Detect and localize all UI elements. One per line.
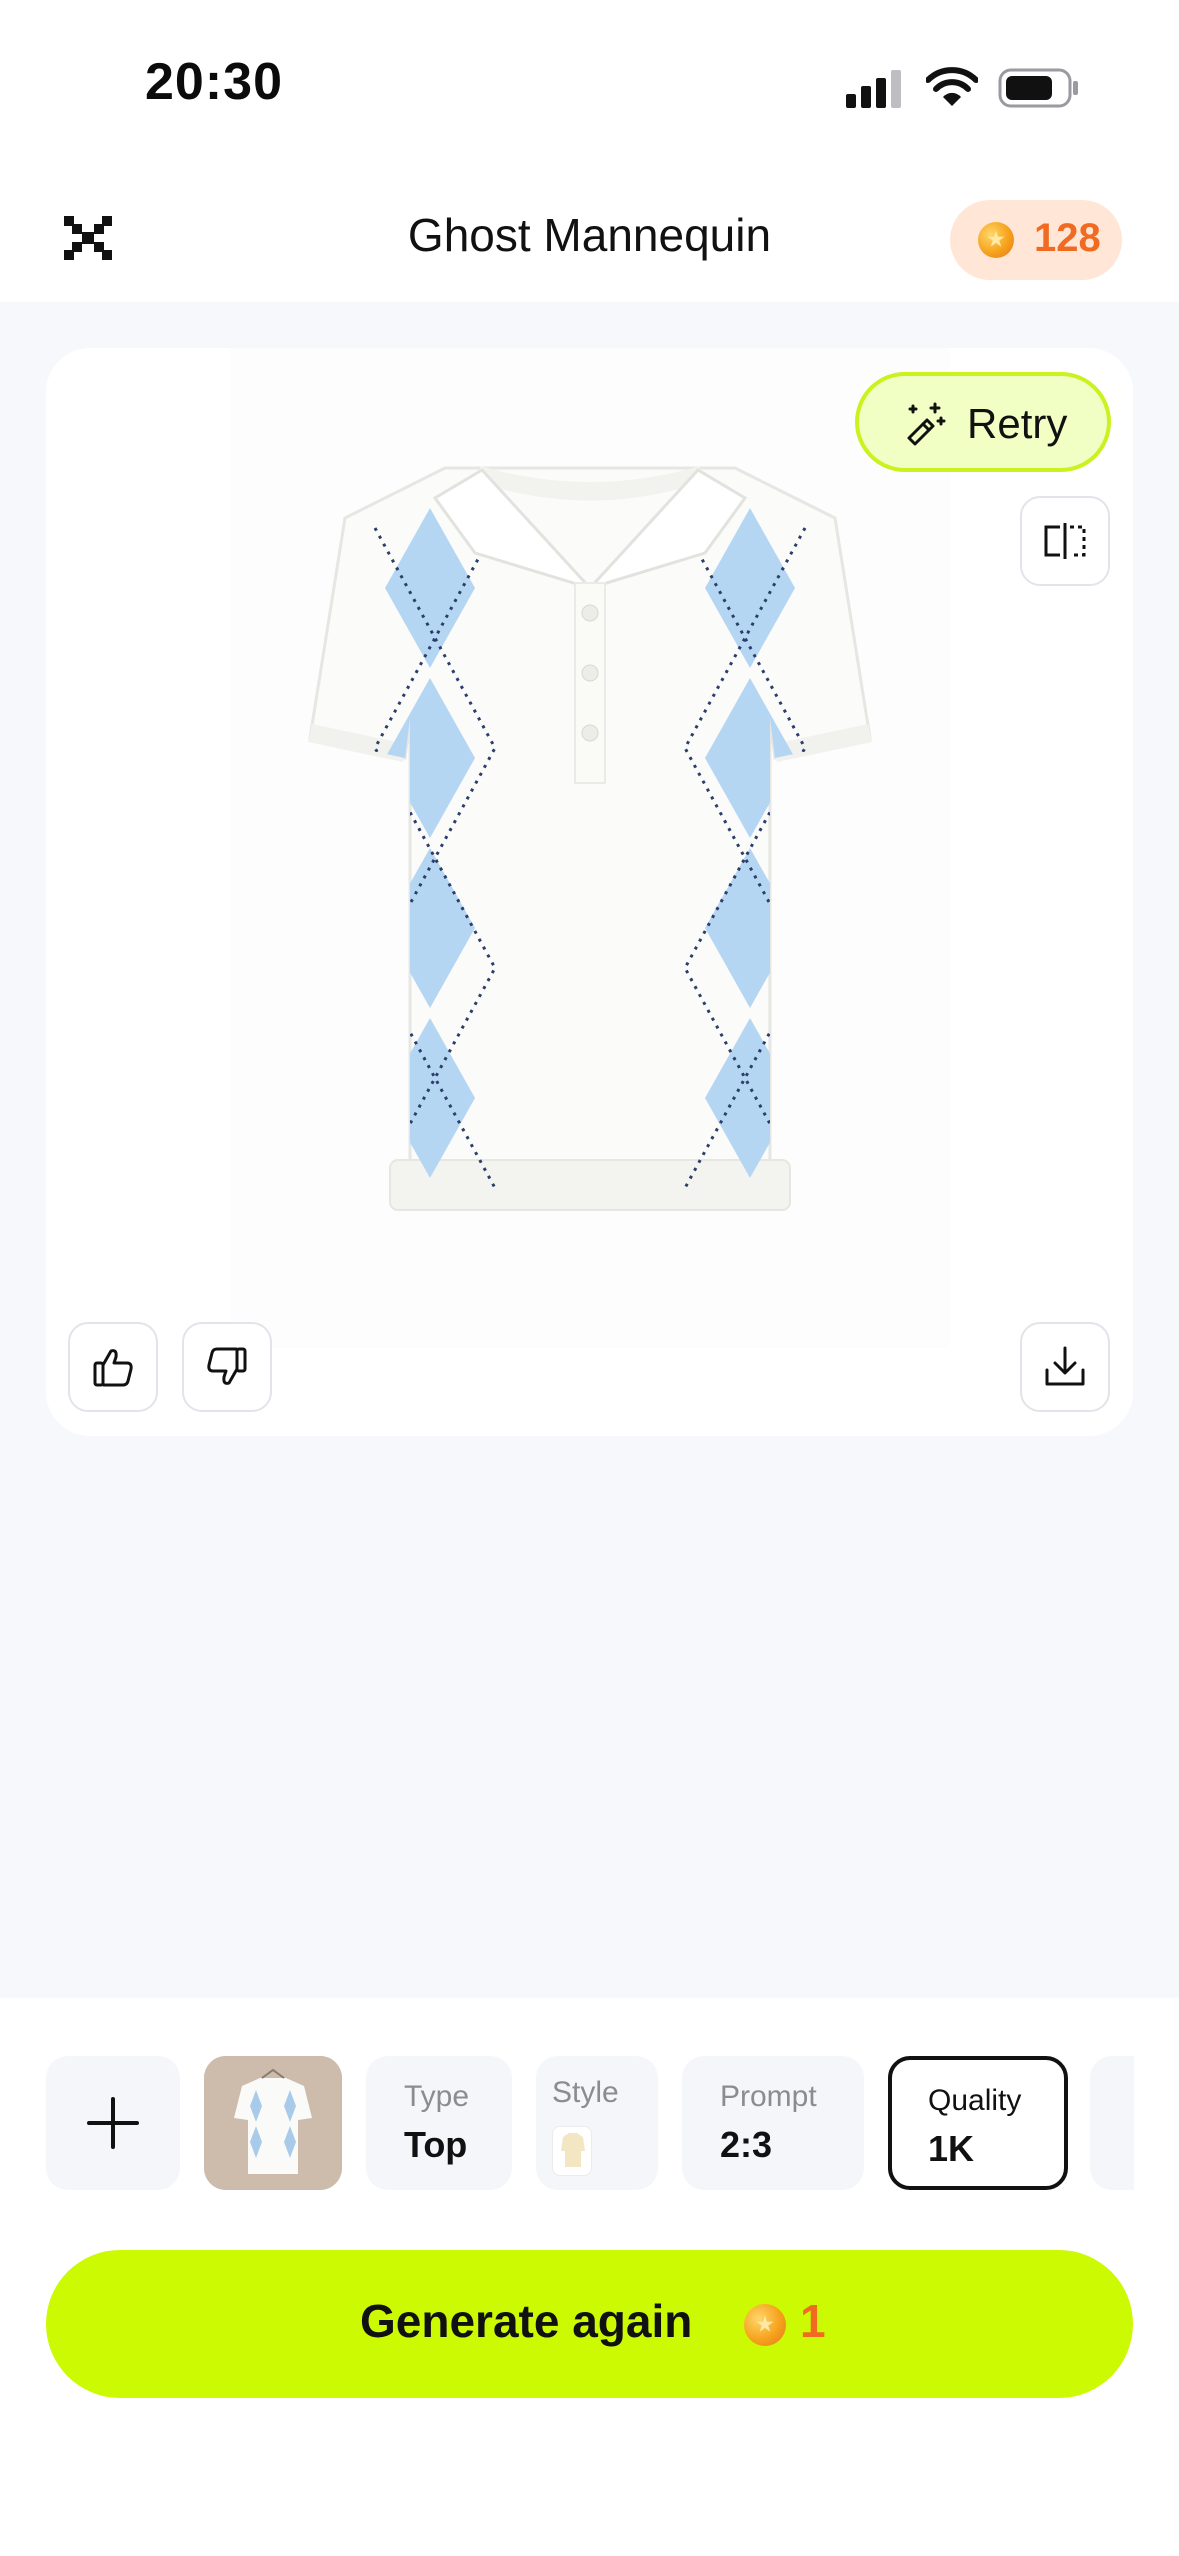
source-thumbnail[interactable]: [204, 2056, 342, 2190]
option-quality-key: Quality: [928, 2084, 1022, 2117]
like-button[interactable]: [68, 1322, 158, 1412]
download-icon: [1045, 1346, 1085, 1386]
option-more[interactable]: [1090, 2056, 1134, 2190]
option-style-key: Style: [552, 2076, 619, 2109]
option-prompt-key: Prompt: [720, 2080, 817, 2113]
generate-again-label: Generate again: [360, 2295, 693, 2347]
battery-icon: [998, 68, 1080, 108]
thumbs-down-icon: [207, 1347, 247, 1385]
option-quality-value: 1K: [928, 2128, 975, 2169]
signal-icon: [846, 70, 906, 108]
coin-balance-badge[interactable]: 128: [950, 200, 1122, 280]
result-image[interactable]: [230, 348, 950, 1348]
generate-cost: 1: [800, 2295, 826, 2347]
compare-button[interactable]: [1020, 496, 1110, 586]
coin-icon: [978, 222, 1014, 258]
option-prompt-value: 2:3: [720, 2124, 773, 2165]
wifi-icon: [925, 66, 979, 108]
coin-icon: [744, 2304, 786, 2346]
style-preview-thumbnail: [552, 2126, 592, 2176]
thumbs-up-icon: [93, 1349, 133, 1387]
retry-label: Retry: [967, 400, 1068, 447]
add-image-button[interactable]: [46, 2056, 180, 2190]
retry-button[interactable]: Retry: [855, 372, 1111, 472]
dislike-button[interactable]: [182, 1322, 272, 1412]
option-type-value: Top: [404, 2124, 468, 2165]
coin-balance: 128: [1034, 216, 1101, 260]
option-style[interactable]: Style: [536, 2056, 658, 2190]
option-type-key: Type: [404, 2080, 470, 2113]
option-quality[interactable]: Quality 1K: [888, 2056, 1068, 2190]
option-prompt[interactable]: Prompt 2:3: [682, 2056, 864, 2190]
status-time: 20:30: [145, 53, 283, 111]
generate-again-button[interactable]: Generate again 1: [46, 2250, 1133, 2398]
option-type[interactable]: Type Top: [366, 2056, 512, 2190]
retry-wand-icon: [907, 402, 946, 446]
download-button[interactable]: [1020, 1322, 1110, 1412]
plus-icon: [87, 2097, 139, 2149]
compare-icon: [1044, 523, 1086, 559]
